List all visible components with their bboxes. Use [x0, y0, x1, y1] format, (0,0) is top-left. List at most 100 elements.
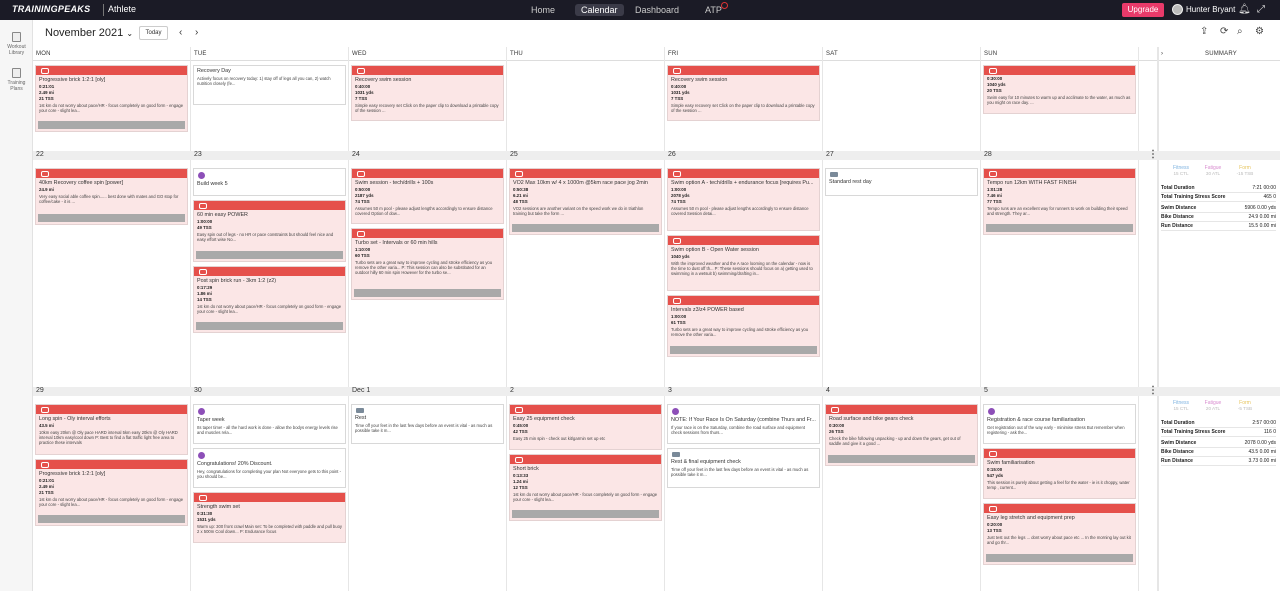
workout-card[interactable]: Rest & final equipment check Time off you…: [667, 448, 820, 488]
workout-card[interactable]: Swim option B - Open Water session 1040 y…: [667, 235, 820, 291]
summary-label: Run Distance: [1161, 458, 1193, 464]
workout-card[interactable]: Progressive brick 1:2:1 [oly] 0:21:01 2.49…: [35, 459, 188, 526]
workout-title: Registration & race course familiarisati…: [987, 417, 1085, 423]
note-icon: [198, 452, 205, 459]
left-sidebar: Workout Library Training Plans: [0, 20, 33, 591]
sync-icon[interactable]: ⟳: [1220, 26, 1228, 37]
workout-card[interactable]: Registration & race course familiarisati…: [983, 404, 1136, 444]
today-button[interactable]: Today: [139, 26, 168, 40]
workout-description: Actively focus on recovery today: 1) sta…: [197, 76, 331, 87]
week-date-bar: [33, 151, 1280, 160]
workout-graph: [670, 346, 817, 354]
workout-card[interactable]: Recovery Day Actively focus on recovery t…: [193, 65, 346, 105]
upload-icon[interactable]: ⇪: [1200, 26, 1208, 37]
trainingpeaks-logo[interactable]: TRAININGPEAKS: [12, 4, 90, 14]
next-arrow-icon[interactable]: ›: [195, 27, 198, 38]
summary-row: Total Duration 7:21 00:00: [1161, 185, 1276, 193]
workout-card[interactable]: NOTE: If Your Race Is On Saturday (combi…: [667, 404, 820, 444]
workout-card[interactable]: Congratulations! 20% Discount. Hey, congr…: [193, 448, 346, 488]
week-options-icon[interactable]: ⋮: [1148, 149, 1158, 160]
workout-card[interactable]: Swim session - tech/drills + 100s 0:50:00…: [351, 168, 504, 224]
day-number: 26: [668, 151, 676, 158]
weekday-wed: WED: [352, 51, 367, 57]
workout-description: 1st km do not worry about pace/HR - focu…: [39, 103, 184, 114]
workout-card[interactable]: Swim option A - tech/drills + endurance …: [667, 168, 820, 231]
workout-card[interactable]: Rest Time off your feet in the last few d…: [351, 404, 504, 444]
library-icon: [12, 32, 21, 42]
workout-description: Time off your feet in the last few days …: [355, 423, 493, 434]
workout-title: Road surface and bike gears check: [829, 416, 914, 422]
week-options-icon[interactable]: ⋮: [1148, 385, 1158, 396]
workout-type-bar: [194, 267, 345, 276]
workout-graph: [38, 121, 185, 129]
workout-type-bar: [668, 236, 819, 245]
workout-card[interactable]: Taper week Its taper time! - all the hard…: [193, 404, 346, 444]
note-icon: [198, 172, 205, 179]
workout-graph: [512, 224, 659, 232]
workout-description: Hey, congratulations for completing your…: [197, 469, 342, 480]
fitness-metric-value: 15 CTL: [1173, 171, 1189, 176]
fitness-metric-value: -5 TSB: [1237, 406, 1253, 411]
summary-row: Total Training Stress Score 465 0: [1161, 194, 1276, 202]
bell-icon[interactable]: 🔔︎: [1238, 4, 1251, 15]
avatar[interactable]: [1172, 4, 1183, 15]
fullscreen-icon[interactable]: ⤢: [1257, 4, 1265, 15]
month-selector[interactable]: November 2021 ⌄: [45, 27, 133, 39]
workout-card[interactable]: Road surface and bike gears check 0:30:00…: [825, 404, 978, 466]
upgrade-button[interactable]: Upgrade: [1122, 3, 1164, 17]
fitness-metric: Form -5 TSB: [1232, 400, 1258, 411]
workout-type-bar: [36, 460, 187, 469]
workout-description: Warm up: 300 front crawl Main set: To be…: [197, 524, 343, 535]
workout-card[interactable]: Progressive brick 1:2:1 [oly] 0:21:01 2.49…: [35, 65, 188, 132]
workout-card[interactable]: Post spin brick run - 3km 1:2 (z2) 0:17:2…: [193, 266, 346, 333]
workout-card[interactable]: Recovery swim session 0:40:00 1031 yds 7 TS…: [351, 65, 504, 121]
workout-card[interactable]: VO2 Max 10km w/ 4 x 1000m @5km race pace…: [509, 168, 662, 235]
search-icon[interactable]: ⌕: [1237, 26, 1243, 37]
workout-type-bar: [984, 449, 1135, 458]
workout-title: Easy leg stretch and equipment prep: [987, 515, 1075, 521]
summary-value: 43.5 0.00 mi: [1248, 449, 1276, 455]
weekday-sun: SUN: [984, 51, 998, 57]
nav-home[interactable]: Home: [525, 4, 561, 16]
workout-card[interactable]: Long spin - Oly interval efforts 43.5 mi 1…: [35, 404, 188, 455]
workout-description: With the improved weather and the A race…: [671, 261, 813, 277]
workout-card[interactable]: 0:30:00 1040 yds 20 TSS Swim easy for 10 mi…: [983, 65, 1136, 114]
workout-description: 1st km do not worry about pace/HR - focu…: [197, 304, 342, 315]
workout-card[interactable]: Build week 5: [193, 168, 346, 196]
workout-card[interactable]: 40km Recovery coffee spin [power] 24.9 mi…: [35, 168, 188, 225]
summary-label: Bike Distance: [1161, 214, 1194, 220]
workout-card[interactable]: Turbo set - Intervals or 60 min hills 1:1…: [351, 228, 504, 300]
fitness-metric: Fitness 15 CTL: [1168, 165, 1194, 176]
column-divider: [506, 47, 507, 591]
workout-graph: [38, 515, 185, 523]
workout-card[interactable]: Swim familiarisation 0:15:00 547 yds This s…: [983, 448, 1136, 499]
notification-dot: [721, 2, 728, 9]
previous-arrow-icon[interactable]: ‹: [179, 27, 182, 38]
summary-row: Swim Distance 2078 0.00 yds: [1161, 440, 1276, 448]
nav-dashboard[interactable]: Dashboard: [629, 4, 685, 16]
nav-calendar[interactable]: Calendar: [575, 4, 624, 16]
day-number: 5: [984, 387, 988, 394]
settings-icon[interactable]: ⚙: [1255, 26, 1264, 37]
workout-title: Progressive brick 1:2:1 [oly]: [39, 471, 106, 477]
workout-type-bar: [194, 493, 345, 502]
workout-title: Swim session - tech/drills + 100s: [355, 180, 434, 186]
workout-card[interactable]: Standard rest day: [825, 168, 978, 196]
workout-description: Easy spin out of legs - no HR or pace co…: [197, 232, 334, 243]
chevron-right-icon[interactable]: ›: [1161, 51, 1163, 57]
workout-card[interactable]: Easy 25 equipment check 0:45:00 42 TSS Easy…: [509, 404, 662, 450]
workout-card[interactable]: 60 min easy POWER 1:00:00 49 TSS Easy spin …: [193, 200, 346, 262]
sidebar-item-workout-library[interactable]: Workout Library: [1, 32, 32, 56]
day-number: 24: [352, 151, 360, 158]
workout-card[interactable]: Tempo run 12km WITH FAST FINISH 1:01:28 7.…: [983, 168, 1136, 235]
workout-type-bar: [352, 229, 503, 238]
workout-card[interactable]: Strength swim set 0:31:30 1531 yds Warm up:…: [193, 492, 346, 543]
workout-card[interactable]: Recovery swim session 0:40:00 1031 yds 7 TS…: [667, 65, 820, 121]
workout-description: Easy 25 min spin - check out kit/garmin …: [513, 436, 606, 442]
sidebar-item-training-plans[interactable]: Training Plans: [1, 68, 32, 92]
workout-card[interactable]: Short brick 0:13:33 1.24 mi 12 TSS 1st km do…: [509, 454, 662, 521]
workout-card[interactable]: Intervals z3/z4 POWER based 1:00:00 61 TSS…: [667, 295, 820, 357]
workout-type-bar: [36, 405, 187, 414]
user-name[interactable]: Hunter Bryant: [1186, 5, 1235, 14]
workout-card[interactable]: Easy leg stretch and equipment prep 0:20:…: [983, 503, 1136, 565]
